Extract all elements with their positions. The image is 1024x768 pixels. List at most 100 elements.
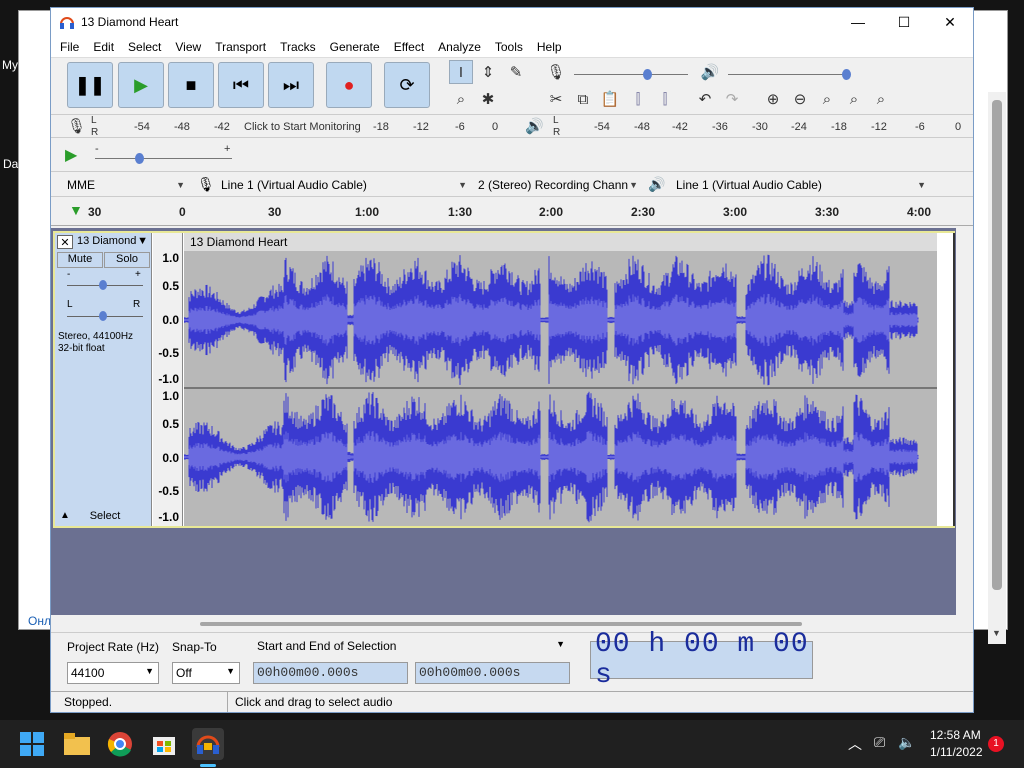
horizontal-scrollbar[interactable] xyxy=(200,622,802,626)
waveform[interactable] xyxy=(183,251,937,526)
menu-help[interactable]: Help xyxy=(530,40,569,54)
audio-position-display[interactable]: 00 h 00 m 00 s xyxy=(590,629,813,691)
scrollbar-thumb[interactable] xyxy=(992,100,1002,590)
volume-icon[interactable]: 🔈 xyxy=(898,734,915,751)
trim-button[interactable]: ⫿ xyxy=(626,87,650,111)
loop-button[interactable]: ⟳ xyxy=(384,62,430,108)
file-explorer-button[interactable] xyxy=(61,728,93,760)
meter-tick: -42 xyxy=(672,121,688,133)
active-indicator xyxy=(200,764,216,767)
maximize-button[interactable]: ☐ xyxy=(881,8,927,36)
copy-button[interactable]: ⧉ xyxy=(571,87,595,111)
mic-volume-icon: 🎙 xyxy=(546,64,566,81)
background-text: Онл xyxy=(28,614,51,628)
slider-thumb[interactable] xyxy=(643,69,652,80)
menu-view[interactable]: View xyxy=(168,40,208,54)
collapse-track-button[interactable]: ▲ xyxy=(57,510,73,524)
menu-tracks[interactable]: Tracks xyxy=(273,40,323,54)
project-rate-label: Project Rate (Hz) xyxy=(67,640,160,654)
clock-time[interactable]: 12:58 AM xyxy=(930,728,981,742)
recording-device-select[interactable]: Line 1 (Virtual Audio Cable) ▼ xyxy=(217,175,471,195)
zoom-tool-button[interactable]: ⌕ xyxy=(449,87,473,111)
slider-thumb[interactable] xyxy=(99,311,107,321)
silence-button[interactable]: ⫿ xyxy=(653,87,677,111)
skip-end-button[interactable]: ⏭ xyxy=(268,62,314,108)
pause-button[interactable]: ❚❚ xyxy=(67,62,113,108)
selection-start-time[interactable]: 00h00m00.000s xyxy=(253,662,408,684)
audio-host-select[interactable]: MME ▼ xyxy=(63,175,189,195)
scale-label: -0.5 xyxy=(158,484,179,498)
redo-button[interactable]: ↷ xyxy=(720,87,744,111)
menu-tools[interactable]: Tools xyxy=(488,40,530,54)
solo-button[interactable]: Solo xyxy=(104,252,150,268)
paste-button[interactable]: 📋 xyxy=(598,87,622,111)
recording-volume-slider[interactable] xyxy=(574,74,688,75)
menu-edit[interactable]: Edit xyxy=(86,40,121,54)
chevron-down-icon[interactable]: ▼ xyxy=(992,628,1001,638)
zoom-toggle-button[interactable]: ⌕ xyxy=(869,87,893,111)
title-bar: 13 Diamond Heart — ☐ ✕ xyxy=(51,8,973,36)
menu-effect[interactable]: Effect xyxy=(387,40,431,54)
stop-button[interactable]: ■ xyxy=(168,62,214,108)
audacity-taskbar-button[interactable] xyxy=(192,728,224,760)
playback-volume-slider[interactable] xyxy=(728,74,848,75)
selection-end-time[interactable]: 00h00m00.000s xyxy=(415,662,570,684)
menu-analyze[interactable]: Analyze xyxy=(431,40,488,54)
store-icon xyxy=(153,737,175,755)
meter-tick: 0 xyxy=(955,121,962,133)
notification-badge[interactable]: 1 xyxy=(988,736,1004,752)
audio-track[interactable]: ✕ 13 Diamond ▼ Mute Solo - + L R Stereo, … xyxy=(53,231,955,528)
recording-channels-select[interactable]: 2 (Stereo) Recording Chann ▼ xyxy=(474,175,642,195)
fit-project-button[interactable]: ⌕ xyxy=(842,87,866,111)
cut-button[interactable]: ✂ xyxy=(544,87,568,111)
vertical-scrollbar[interactable]: ▼ xyxy=(988,92,1006,644)
clip-title[interactable]: 13 Diamond Heart xyxy=(184,233,937,251)
selection-start-value: 00h00m00.000s xyxy=(257,665,359,680)
envelope-tool-button[interactable]: ⇕ xyxy=(476,60,500,84)
slider-thumb[interactable] xyxy=(842,69,851,80)
meter-tick: -48 xyxy=(634,121,650,133)
timeline-ruler[interactable]: ▼ 30 0 30 1:00 1:30 2:00 2:30 3:00 3:30 … xyxy=(51,198,973,226)
zoom-out-button[interactable]: ⊖ xyxy=(788,87,812,111)
mute-button[interactable]: Mute xyxy=(57,252,103,268)
scale-label: 1.0 xyxy=(162,389,179,403)
speaker-icon: 🔊 xyxy=(648,176,666,192)
skip-start-button[interactable]: ⏮ xyxy=(218,62,264,108)
menu-transport[interactable]: Transport xyxy=(208,40,273,54)
zoom-in-button[interactable]: ⊕ xyxy=(761,87,785,111)
selection-tool-button[interactable]: I xyxy=(449,60,473,84)
menu-generate[interactable]: Generate xyxy=(323,40,387,54)
track-select-button[interactable]: Select xyxy=(77,510,133,524)
network-icon[interactable]: ⎚ xyxy=(874,734,885,751)
speed-slider[interactable] xyxy=(95,158,232,159)
close-button[interactable]: ✕ xyxy=(927,8,973,36)
undo-button[interactable]: ↶ xyxy=(693,87,717,111)
multi-tool-button[interactable]: ✱ xyxy=(476,87,500,111)
chevron-down-icon: ▼ xyxy=(556,639,565,649)
selection-mode-select[interactable]: Start and End of Selection ▼ xyxy=(253,637,569,657)
draw-tool-button[interactable]: ✎ xyxy=(504,60,528,84)
clock-date[interactable]: 1/11/2022 xyxy=(930,745,983,759)
fit-selection-button[interactable]: ⌕ xyxy=(815,87,839,111)
project-rate-select[interactable]: 44100 ▼ xyxy=(67,662,159,684)
store-button[interactable] xyxy=(148,728,180,760)
slider-thumb[interactable] xyxy=(135,153,144,164)
monitor-prompt[interactable]: Click to Start Monitoring xyxy=(244,121,361,133)
track-close-button[interactable]: ✕ xyxy=(57,235,73,249)
start-button[interactable] xyxy=(16,728,48,760)
menu-file[interactable]: File xyxy=(53,40,86,54)
ruler-tick: 3:00 xyxy=(723,205,748,219)
chrome-button[interactable] xyxy=(104,728,136,760)
minimize-button[interactable]: — xyxy=(835,8,881,36)
track-menu-button[interactable]: 13 Diamond ▼ xyxy=(75,235,150,249)
play-icon: ▶ xyxy=(134,74,148,95)
menu-select[interactable]: Select xyxy=(121,40,168,54)
play-button[interactable]: ▶ xyxy=(118,62,164,108)
pause-icon: ❚❚ xyxy=(74,74,106,95)
playback-device-select[interactable]: Line 1 (Virtual Audio Cable) ▼ xyxy=(672,175,930,195)
chevron-up-icon[interactable]: ︿ xyxy=(848,734,862,754)
record-button[interactable]: ● xyxy=(326,62,372,108)
play-at-speed-button[interactable]: ▶ xyxy=(65,145,77,165)
slider-thumb[interactable] xyxy=(99,280,107,290)
snap-to-select[interactable]: Off ▼ xyxy=(172,662,240,684)
